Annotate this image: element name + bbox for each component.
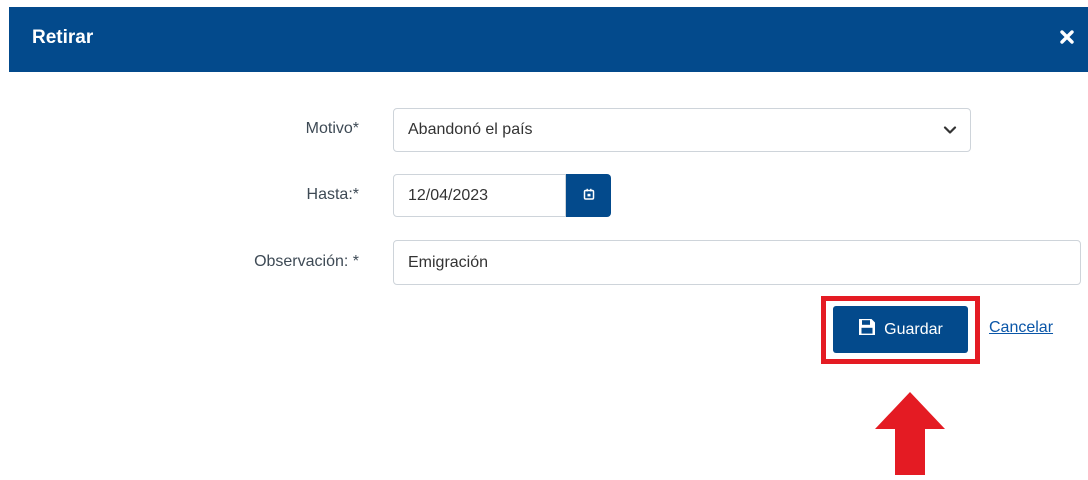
chevron-down-icon [943, 123, 957, 142]
observacion-label: Observación: * [254, 253, 359, 270]
motivo-select[interactable]: Abandonó el país [393, 108, 971, 152]
dialog-title: Retirar [32, 27, 94, 48]
calendar-icon [583, 187, 595, 205]
observacion-input[interactable] [393, 240, 1081, 285]
save-button-label: Guardar [884, 320, 943, 338]
calendar-button[interactable] [566, 174, 611, 217]
motivo-select-value: Abandonó el país [393, 108, 971, 152]
cancel-link[interactable]: Cancelar [989, 319, 1053, 337]
dialog-header: Retirar [9, 7, 1088, 72]
close-icon[interactable] [1055, 25, 1079, 49]
up-arrow-icon [875, 392, 945, 480]
motivo-label: Motivo* [305, 120, 359, 137]
save-icon [858, 318, 876, 341]
save-button[interactable]: Guardar [833, 306, 968, 353]
hasta-label: Hasta:* [306, 186, 359, 203]
hasta-date-input[interactable] [393, 174, 566, 217]
